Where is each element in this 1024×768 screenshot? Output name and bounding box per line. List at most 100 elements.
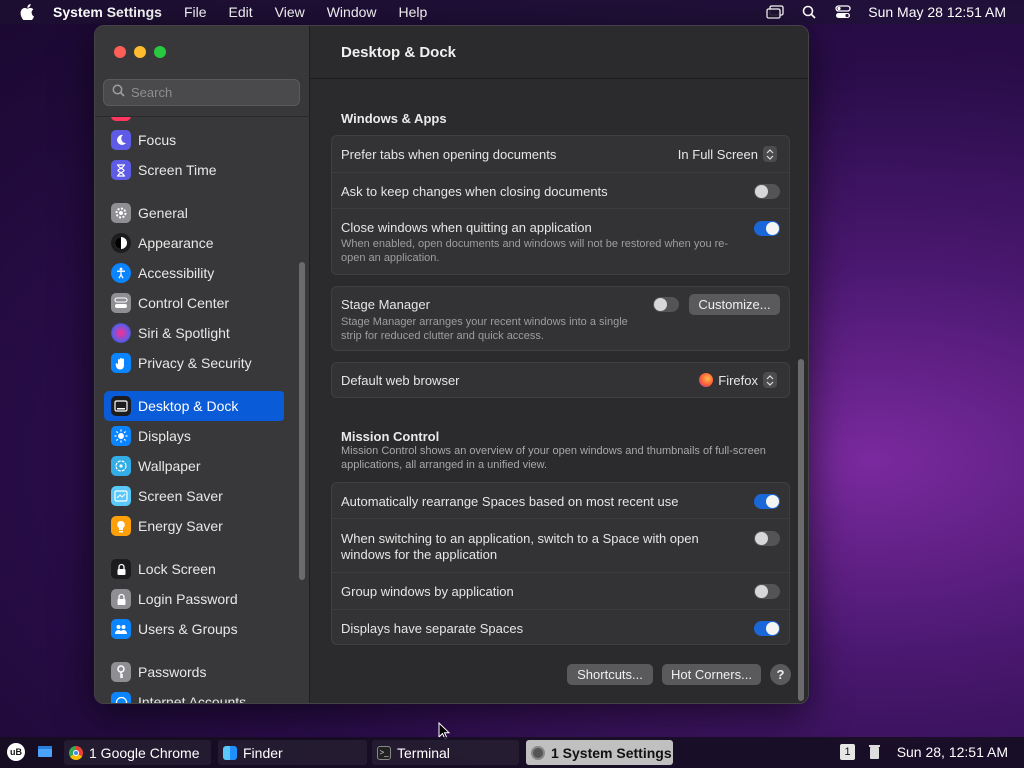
help-button[interactable]: ? (770, 664, 791, 685)
users-icon (111, 619, 131, 639)
taskbar-finder-label: Finder (243, 744, 283, 761)
sidebar-item-label: Internet Accounts (138, 694, 247, 704)
sidebar-item-internet-accounts[interactable]: Internet Accounts (104, 687, 284, 704)
sidebar-item-screen-time[interactable]: Screen Time (104, 155, 284, 185)
menu-view[interactable]: View (275, 4, 305, 20)
mission-control-group: Automatically rearrange Spaces based on … (331, 482, 790, 645)
workspace-indicator[interactable]: 1 (840, 744, 855, 760)
settings-gear-icon (531, 745, 545, 760)
menu-app-name[interactable]: System Settings (53, 4, 162, 20)
screen-saver-icon (111, 486, 131, 506)
sidebar-item-energy-saver[interactable]: Energy Saver (104, 511, 284, 541)
taskbar-chrome[interactable]: 1 Google Chrome (64, 740, 211, 765)
key-icon (111, 662, 131, 682)
sidebar-item-label: General (138, 205, 188, 221)
ublock-icon[interactable]: uB (7, 743, 25, 761)
switch-space-row: When switching to an application, switch… (332, 519, 789, 573)
control-center-icon[interactable] (834, 4, 852, 20)
customize-button[interactable]: Customize... (689, 294, 780, 315)
sidebar-item-label: Siri & Spotlight (138, 325, 230, 341)
sidebar-item-wallpaper[interactable]: Wallpaper (104, 451, 284, 481)
hourglass-icon (111, 160, 131, 180)
group-windows-toggle[interactable] (754, 584, 780, 599)
sidebar-item-control-center[interactable]: Control Center (104, 288, 284, 318)
ask-keep-toggle[interactable] (754, 184, 780, 199)
sidebar-item-general[interactable]: General (104, 198, 284, 228)
wallpaper-icon (111, 456, 131, 476)
sidebar-item-privacy-security[interactable]: Privacy & Security (104, 348, 284, 378)
main-scrollbar[interactable] (798, 359, 804, 701)
menu-help[interactable]: Help (399, 4, 428, 20)
auto-rearrange-toggle[interactable] (754, 494, 780, 509)
ask-keep-row: Ask to keep changes when closing documen… (332, 173, 789, 209)
sidebar-item-label: Energy Saver (138, 518, 223, 534)
default-browser-select[interactable]: Firefox (699, 372, 777, 388)
menu-file[interactable]: File (184, 4, 207, 20)
group-windows-row: Group windows by application (332, 573, 789, 610)
finder-icon (223, 745, 237, 760)
prefer-tabs-value: In Full Screen (677, 146, 758, 162)
default-browser-value: Firefox (718, 372, 758, 388)
trash-icon[interactable] (868, 744, 881, 763)
sidebar-item-displays[interactable]: Displays (104, 421, 284, 451)
sidebar-item-lock-screen[interactable]: Lock Screen (104, 554, 284, 584)
sidebar-item-accessibility[interactable]: Accessibility (104, 258, 284, 288)
menu-bar: System Settings File Edit View Window He… (0, 0, 1024, 24)
sidebar-list: Focus Screen Time General Appearance Acc… (104, 117, 284, 704)
minimize-window-button[interactable] (134, 46, 146, 58)
sidebar-item-passwords[interactable]: Passwords (104, 657, 284, 687)
taskbar-clock[interactable]: Sun 28, 12:51 AM (897, 744, 1008, 760)
moon-icon (111, 130, 131, 150)
mission-control-title: Mission Control (341, 429, 440, 444)
zoom-window-button[interactable] (154, 46, 166, 58)
hot-corners-button[interactable]: Hot Corners... (662, 664, 761, 685)
windows-apps-title: Windows & Apps (341, 111, 447, 126)
search-icon[interactable] (800, 4, 818, 20)
taskbar: uB 1 Google Chrome Finder >_ Terminal 1 … (0, 737, 1024, 768)
system-settings-window: Focus Screen Time General Appearance (94, 25, 809, 704)
menu-bar-clock[interactable]: Sun May 28 12:51 AM (868, 4, 1006, 20)
shortcuts-button[interactable]: Shortcuts... (567, 664, 653, 685)
taskbar-system-settings[interactable]: 1 System Settings (526, 740, 673, 765)
sidebar-item-label: Appearance (138, 235, 214, 251)
close-windows-toggle[interactable] (754, 221, 780, 236)
sidebar-item-label: Login Password (138, 591, 238, 607)
search-input[interactable] (131, 85, 291, 100)
mission-control-desc: Mission Control shows an overview of you… (341, 445, 766, 471)
separate-spaces-row: Displays have separate Spaces (332, 610, 789, 645)
sidebar-item-focus[interactable]: Focus (104, 125, 284, 155)
close-windows-desc: When enabled, open documents and windows… (341, 238, 729, 264)
menu-window[interactable]: Window (327, 4, 377, 20)
sidebar-item-login-password[interactable]: Login Password (104, 584, 284, 614)
screen-mirroring-icon[interactable] (766, 4, 784, 20)
apple-menu-icon[interactable] (18, 3, 36, 21)
sidebar-item-siri-spotlight[interactable]: Siri & Spotlight (104, 318, 284, 348)
taskbar-terminal[interactable]: >_ Terminal (372, 740, 519, 765)
stage-manager-toggle[interactable] (653, 297, 679, 312)
taskbar-finder[interactable]: Finder (218, 740, 367, 765)
ask-keep-label: Ask to keep changes when closing documen… (341, 184, 608, 199)
sidebar-item-label: Control Center (138, 295, 230, 311)
sidebar-item-screen-saver[interactable]: Screen Saver (104, 481, 284, 511)
sidebar-item-appearance[interactable]: Appearance (104, 228, 284, 258)
sidebar-item-label: Passwords (138, 664, 207, 680)
close-window-button[interactable] (114, 46, 126, 58)
switch-space-toggle[interactable] (754, 531, 780, 546)
sidebar-item-desktop-dock[interactable]: Desktop & Dock (104, 391, 284, 421)
traffic-lights (114, 46, 174, 58)
search-field[interactable] (103, 79, 300, 106)
separate-spaces-label: Displays have separate Spaces (341, 621, 524, 636)
prefer-tabs-label: Prefer tabs when opening documents (341, 147, 557, 162)
menu-edit[interactable]: Edit (229, 4, 253, 20)
sidebar-item-users-groups[interactable]: Users & Groups (104, 614, 284, 644)
prefer-tabs-select[interactable]: In Full Screen (678, 146, 777, 162)
separate-spaces-toggle[interactable] (754, 621, 780, 636)
show-desktop-icon[interactable] (37, 745, 53, 762)
dock-icon (111, 396, 131, 416)
appearance-icon (111, 233, 131, 253)
stage-manager-group: Stage Manager Stage Manager arranges you… (331, 286, 790, 351)
sidebar-item-label: Privacy & Security (138, 355, 252, 371)
sidebar-scrollbar[interactable] (299, 262, 305, 580)
firefox-icon (699, 373, 714, 387)
gear-icon (111, 203, 131, 223)
